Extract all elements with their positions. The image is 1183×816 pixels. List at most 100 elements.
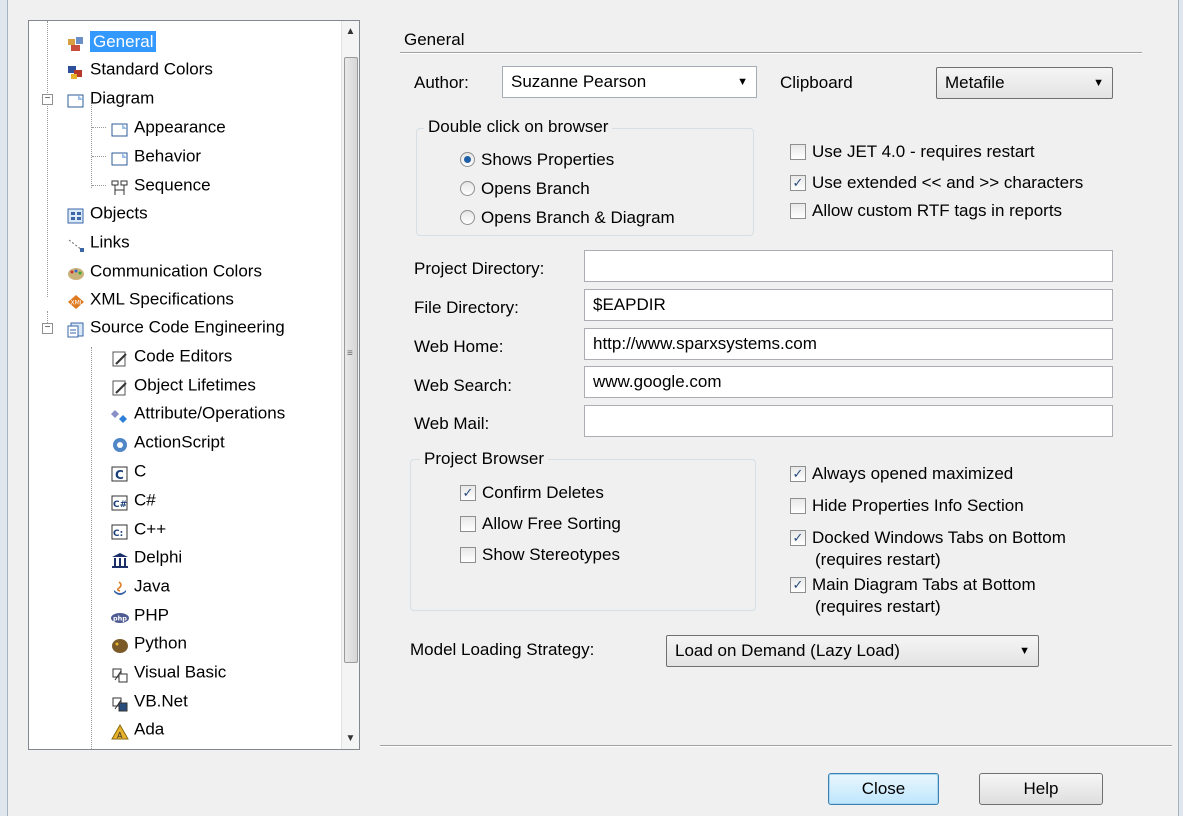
tree-connector	[91, 103, 92, 188]
diagram-page-icon	[111, 119, 129, 137]
check-use-jet[interactable]: Use JET 4.0 - requires restart	[790, 140, 1035, 164]
tree-item-python[interactable]: Python	[111, 629, 187, 657]
web-home-label: Web Home:	[414, 337, 504, 356]
tree-item-source-code-engineering[interactable]: Source Code Engineering	[67, 313, 285, 341]
c-icon: C	[111, 463, 129, 482]
tree-item-behavior[interactable]: Behavior	[111, 142, 201, 170]
csharp-icon: C#	[111, 492, 129, 511]
tree-item-c[interactable]: CC	[111, 457, 146, 485]
check-custom-rtf[interactable]: Allow custom RTF tags in reports	[790, 199, 1062, 223]
checkbox-label: Allow Free Sorting	[482, 514, 621, 533]
tree-item-object-lifetimes[interactable]: Object Lifetimes	[111, 371, 256, 399]
tree-expander-source-code[interactable]: −	[42, 323, 53, 334]
tree-item-general[interactable]: General	[67, 27, 157, 55]
diagram-page-icon	[111, 148, 129, 166]
tree-item-sequence[interactable]: Sequence	[111, 171, 211, 199]
window-frame-left	[0, 0, 8, 816]
web-mail-label: Web Mail:	[414, 414, 490, 433]
author-value: Suzanne Pearson	[511, 72, 647, 91]
tree-item-visual-basic[interactable]: Visual Basic	[111, 658, 226, 686]
xml-icon: XML	[67, 291, 85, 309]
colors-icon	[67, 61, 85, 79]
svg-text:A: A	[117, 731, 123, 740]
vb-icon	[111, 664, 129, 683]
web-home-field[interactable]: http://www.sparxsystems.com	[584, 328, 1113, 360]
author-combo[interactable]: Suzanne Pearson ▼	[502, 66, 757, 98]
tree-item-links[interactable]: Links	[67, 228, 130, 256]
radio-label: Shows Properties	[481, 150, 615, 169]
web-mail-field[interactable]	[584, 405, 1113, 437]
project-directory-label: Project Directory:	[414, 259, 545, 278]
clipboard-label: Clipboard	[780, 73, 853, 92]
tree-item-vbnet[interactable]: VB.Net	[111, 687, 188, 715]
check-hide-properties-info[interactable]: Hide Properties Info Section	[790, 494, 1024, 518]
tree-item-standard-colors[interactable]: Standard Colors	[67, 55, 213, 83]
scroll-down-icon[interactable]: ▼	[342, 730, 359, 747]
tree-item-code-editors[interactable]: Code Editors	[111, 342, 232, 370]
checkbox-icon: ✓	[790, 576, 806, 593]
checkbox-label: Main Diagram Tabs at Bottom	[812, 575, 1036, 594]
tree-item-actionscript[interactable]: ActionScript	[111, 428, 225, 456]
checkbox-icon	[790, 202, 806, 219]
tree-item-attribute-operations[interactable]: Attribute/Operations	[111, 399, 285, 427]
checkbox-icon	[790, 143, 806, 160]
checkbox-label: Hide Properties Info Section	[812, 496, 1024, 515]
svg-text:XML: XML	[71, 299, 84, 306]
docked-tabs-note: (requires restart)	[815, 550, 941, 569]
tree-item-java[interactable]: Java	[111, 572, 170, 600]
scroll-thumb[interactable]: ≡	[344, 57, 358, 663]
page-title: General	[404, 30, 465, 49]
tree-expander-diagram[interactable]: −	[42, 94, 53, 105]
file-directory-field[interactable]: $EAPDIR	[584, 289, 1113, 321]
project-directory-field[interactable]	[584, 250, 1113, 282]
delphi-icon	[111, 549, 129, 568]
java-icon	[111, 578, 129, 595]
check-docked-tabs-bottom[interactable]: ✓ Docked Windows Tabs on Bottom	[790, 526, 1066, 550]
tree-item-xml-specifications[interactable]: XML XML Specifications	[67, 285, 234, 313]
check-always-maximized[interactable]: ✓ Always opened maximized	[790, 462, 1013, 486]
checkbox-icon: ✓	[460, 484, 476, 501]
checkbox-label: Show Stereotypes	[482, 545, 620, 564]
checkbox-icon	[460, 546, 476, 563]
help-button[interactable]: Help	[979, 773, 1103, 805]
tree-item-cpp[interactable]: C: C++	[111, 515, 166, 543]
tree-item-communication-colors[interactable]: Communication Colors	[67, 257, 262, 285]
radio-opens-branch-diagram[interactable]: Opens Branch & Diagram	[460, 206, 675, 230]
tree-connector	[92, 185, 106, 186]
python-icon	[111, 635, 129, 653]
tree-item-objects[interactable]: Objects	[67, 199, 148, 227]
scroll-up-icon[interactable]: ▲	[342, 23, 359, 40]
check-show-stereotypes[interactable]: Show Stereotypes	[460, 543, 620, 567]
check-extended-characters[interactable]: ✓ Use extended << and >> characters	[790, 171, 1175, 195]
tree-item-diagram[interactable]: Diagram	[67, 84, 154, 112]
tree-item-appearance[interactable]: Appearance	[111, 113, 226, 141]
edit-page-icon	[111, 348, 129, 367]
actionscript-icon	[111, 434, 129, 452]
model-loading-combo[interactable]: Load on Demand (Lazy Load) ▼	[666, 635, 1039, 667]
check-confirm-deletes[interactable]: ✓ Confirm Deletes	[460, 481, 604, 505]
check-diagram-tabs-bottom[interactable]: ✓ Main Diagram Tabs at Bottom	[790, 573, 1036, 597]
close-button[interactable]: Close	[828, 773, 939, 805]
tree-item-php[interactable]: php PHP	[111, 601, 169, 629]
radio-shows-properties[interactable]: Shows Properties	[460, 148, 614, 172]
radio-opens-branch[interactable]: Opens Branch	[460, 177, 590, 201]
tree-item-delphi[interactable]: Delphi	[111, 543, 182, 571]
radio-label: Opens Branch	[481, 179, 590, 198]
web-search-field[interactable]: www.google.com	[584, 366, 1113, 398]
checkbox-label: Use extended << and >> characters	[812, 173, 1084, 192]
model-loading-label: Model Loading Strategy:	[410, 640, 595, 659]
clipboard-combo[interactable]: Metafile ▼	[936, 67, 1113, 99]
options-tree[interactable]: General Standard Colors − Diagram Appear…	[28, 20, 360, 750]
tree-item-csharp[interactable]: C# C#	[111, 486, 156, 514]
svg-text:C:: C:	[113, 529, 123, 539]
checkbox-icon: ✓	[790, 465, 806, 482]
window-frame-right	[1178, 0, 1183, 816]
checkbox-label: Confirm Deletes	[482, 483, 604, 502]
check-free-sorting[interactable]: Allow Free Sorting	[460, 512, 621, 536]
checkbox-label: Docked Windows Tabs on Bottom	[812, 528, 1066, 547]
tree-scrollbar[interactable]: ▲ ≡ ▼	[341, 21, 359, 749]
tree-item-ada[interactable]: A Ada	[111, 715, 164, 743]
footer-divider	[380, 745, 1172, 747]
checkbox-icon: ✓	[790, 529, 806, 546]
source-code-icon	[67, 319, 85, 338]
